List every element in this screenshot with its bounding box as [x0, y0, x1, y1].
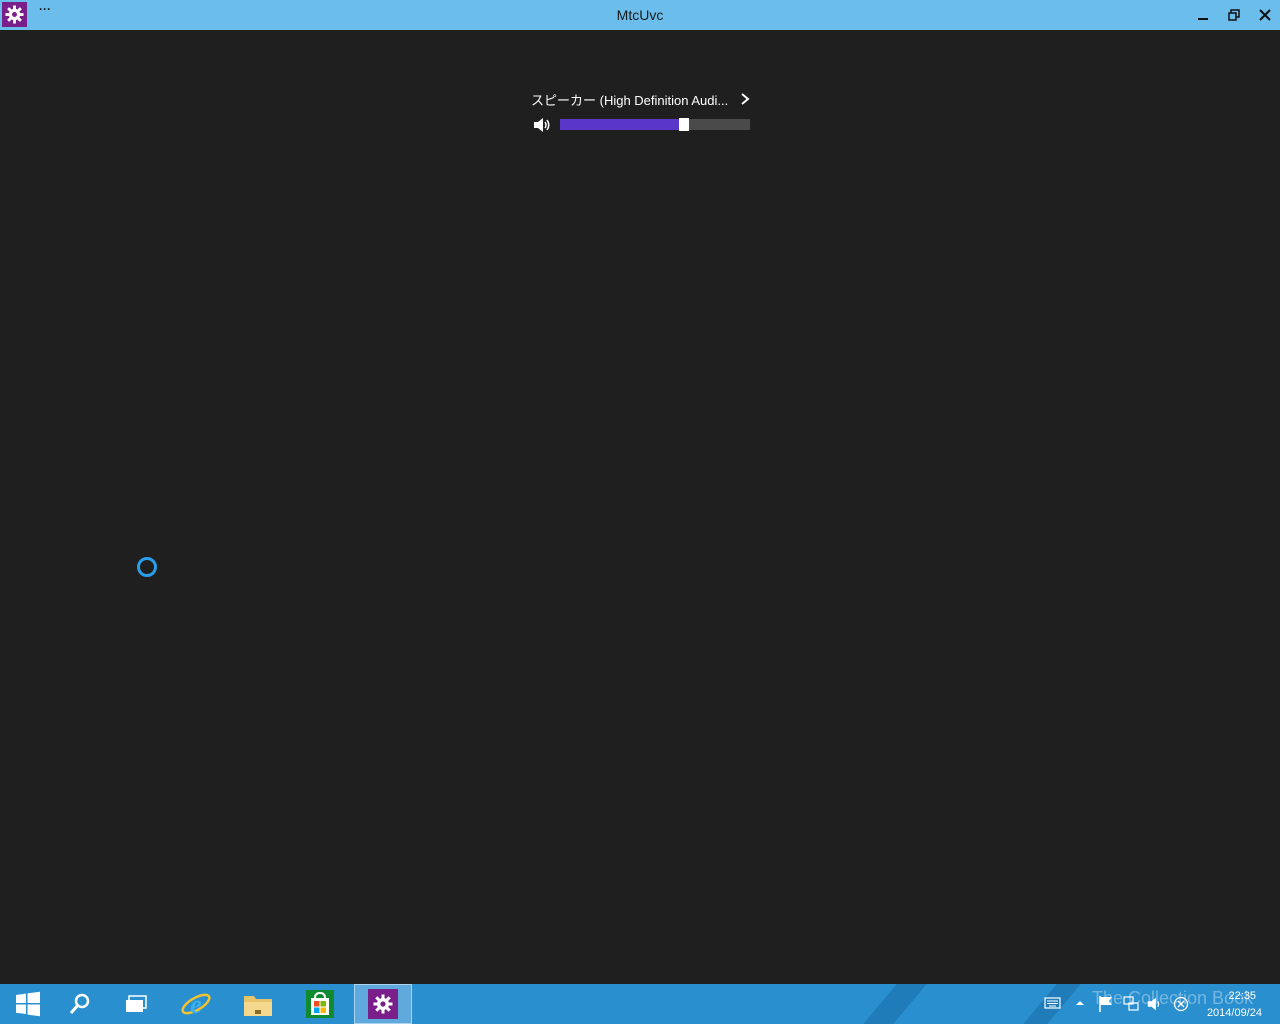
volume-slider-fill — [560, 119, 684, 130]
task-view-icon — [126, 995, 147, 1012]
search-icon — [69, 993, 90, 1014]
volume-slider[interactable] — [560, 118, 750, 131]
close-icon — [1259, 9, 1271, 21]
title-bar: ··· MtcUvc — [0, 0, 1280, 30]
file-explorer-button[interactable] — [230, 984, 286, 1024]
taskbar: e — [0, 984, 1280, 1024]
minimize-button[interactable] — [1188, 0, 1218, 30]
restore-icon — [1228, 9, 1240, 21]
clock-date[interactable]: 2014/09/24 — [1196, 1007, 1262, 1019]
audio-device-label[interactable]: スピーカー (High Definition Audi... — [531, 90, 751, 108]
volume-slider-thumb[interactable] — [679, 118, 689, 131]
speaker-icon[interactable] — [532, 116, 552, 134]
windows-logo-icon — [16, 991, 40, 1017]
folder-icon — [244, 996, 272, 1016]
store-icon — [306, 990, 334, 1018]
minimize-icon — [1198, 18, 1208, 20]
restore-button[interactable] — [1219, 0, 1249, 30]
clock-time[interactable]: 22:35 — [1206, 990, 1256, 1002]
svg-text:e: e — [190, 990, 202, 1019]
store-button[interactable] — [292, 984, 348, 1024]
window-title: MtcUvc — [616, 7, 664, 23]
ie-icon: e — [181, 990, 211, 1019]
internet-explorer-button[interactable]: e — [168, 984, 224, 1024]
gear-icon — [368, 989, 398, 1019]
search-button[interactable] — [52, 984, 108, 1024]
task-view-button[interactable] — [108, 984, 164, 1024]
show-hidden-icons-icon[interactable] — [1075, 999, 1085, 1007]
taskbar-decoration — [863, 984, 927, 1024]
keyboard-icon[interactable] — [1044, 996, 1062, 1010]
start-button[interactable] — [0, 984, 56, 1024]
close-button[interactable] — [1250, 0, 1280, 30]
chevron-right-icon[interactable] — [738, 91, 752, 107]
settings-app-button[interactable] — [354, 984, 412, 1024]
loading-spinner — [137, 557, 157, 577]
